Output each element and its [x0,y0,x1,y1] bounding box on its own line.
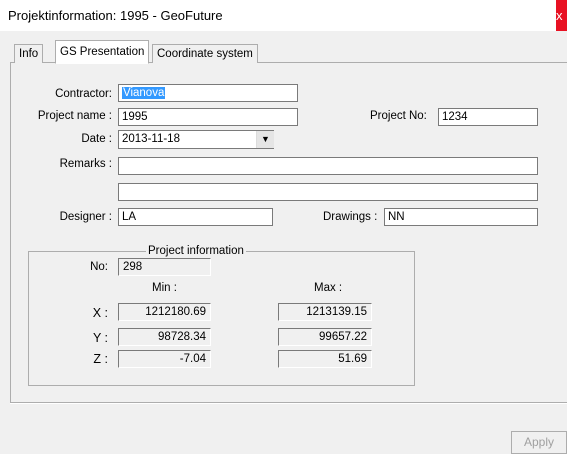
date-value: 2013-11-18 [122,133,180,145]
drawings-input[interactable]: NN [384,208,538,226]
z-max-value: 51.69 [278,350,372,368]
max-header: Max : [314,282,343,294]
designer-label: Designer : [59,211,112,223]
date-picker[interactable]: 2013-11-18 [118,130,274,149]
no-label: No: [90,261,108,273]
project-info-title: Project information [146,245,246,257]
y-label: Y : [92,331,108,345]
no-value: 298 [118,258,211,276]
tab-info[interactable]: Info [14,44,44,63]
min-header: Min : [152,282,177,294]
remarks-input-line1[interactable] [118,157,538,175]
z-label: Z : [93,352,108,366]
remarks-input-line2[interactable] [118,183,538,201]
project-name-input[interactable]: 1995 [118,108,298,126]
project-no-label: Project No: [370,110,427,122]
remarks-label: Remarks : [59,158,112,170]
contractor-label: Contractor: [55,88,112,100]
tab-coordinate-system[interactable]: Coordinate system [152,44,258,63]
contractor-input[interactable]: Vianova [118,84,298,102]
y-max-value: 99657.22 [278,328,372,346]
project-no-input[interactable]: 1234 [438,108,538,126]
tab-gs-presentation[interactable]: GS Presentation [55,40,150,64]
y-min-value: 98728.34 [118,328,211,346]
x-min-value: 1212180.69 [118,303,211,321]
window-title: Projektinformation: 1995 - GeoFuture [8,8,223,23]
drawings-label: Drawings : [323,211,378,223]
project-name-label: Project name : [37,110,112,122]
close-icon: x [556,8,563,23]
contractor-value: Vianova [122,87,166,99]
apply-button[interactable]: Apply [511,431,567,454]
chevron-down-icon[interactable]: ▼ [256,131,274,148]
close-button[interactable]: x [556,0,567,31]
bottom-separator-highlight [10,403,567,404]
x-max-value: 1213139.15 [278,303,372,321]
date-label: Date : [81,133,112,145]
x-label: X : [92,306,108,320]
z-min-value: -7.04 [118,350,211,368]
designer-input[interactable]: LA [118,208,273,226]
